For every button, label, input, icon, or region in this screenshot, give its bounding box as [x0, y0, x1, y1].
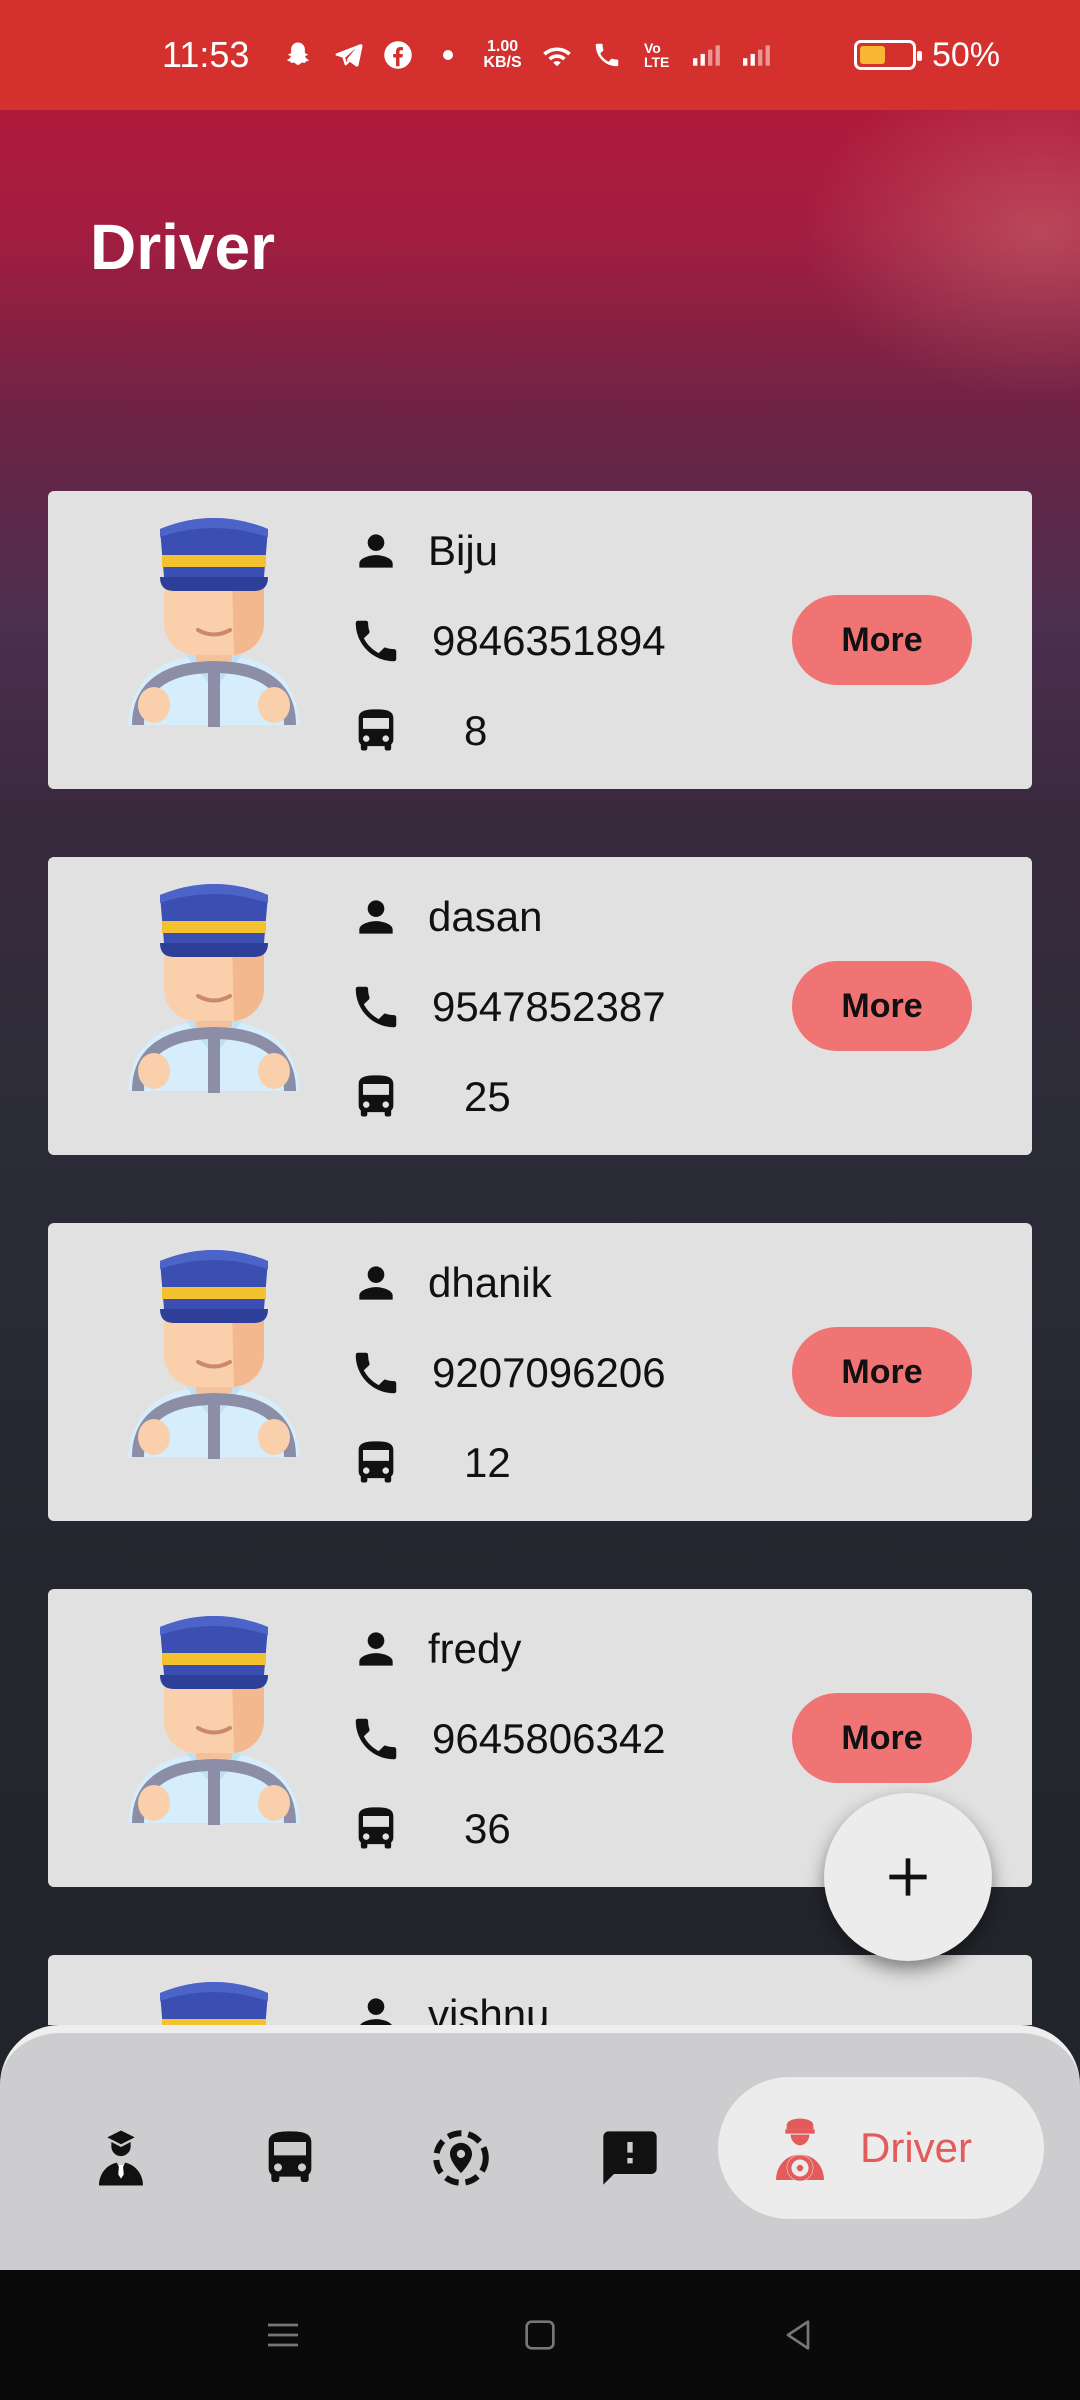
driver-name-row: dasan: [348, 889, 542, 945]
driver-card: Biju 9846351894 8 More: [48, 491, 1032, 789]
add-driver-button[interactable]: [824, 1793, 992, 1961]
driver-bus-number: 25: [464, 1073, 511, 1120]
driver-bus-row: 12: [348, 1435, 511, 1491]
status-time: 11:53: [162, 34, 250, 75]
plus-icon: [889, 1858, 927, 1896]
battery-level: [859, 46, 885, 64]
driver-name: fredy: [428, 1625, 522, 1672]
driver-bus-row: 25: [348, 1069, 511, 1125]
driver-screen: Driver Biju 9846351894 8 More dasan 9547…: [0, 110, 1080, 2270]
bus-icon: [348, 703, 404, 759]
driver-icon: [776, 2118, 824, 2182]
feedback-icon: [603, 2131, 657, 2185]
driver-avatar: [124, 1613, 304, 1833]
facebook-icon: [383, 40, 413, 70]
person-icon: [348, 1255, 404, 1311]
volte-icon: Vo LTE: [643, 40, 670, 70]
phone-icon: [348, 613, 404, 669]
driver-name-row: Biju: [348, 523, 498, 579]
nav-feedback[interactable]: [585, 2113, 675, 2203]
bus-icon: [348, 1069, 404, 1125]
driver-bus-number: 8: [464, 707, 488, 754]
nav-bus[interactable]: [245, 2113, 335, 2203]
location-icon: [433, 2130, 489, 2186]
driver-bus-number: 36: [464, 1805, 511, 1852]
driver-name: dhanik: [428, 1259, 552, 1306]
driver-phone-row: 9645806342: [348, 1711, 666, 1767]
nav-driver-active[interactable]: Driver: [718, 2077, 1044, 2219]
back-button[interactable]: [773, 2310, 823, 2360]
system-navigation-bar: [0, 2270, 1080, 2400]
bus-icon: [348, 1435, 404, 1491]
wifi-calling-icon: [592, 40, 622, 70]
status-bar: 11:53 1.00 KB/S Vo LTE 50%: [0, 0, 1080, 110]
signal-strength-icon: [692, 40, 722, 70]
driver-bus-number: 12: [464, 1439, 511, 1486]
driver-phone: 9645806342: [432, 1715, 666, 1762]
driver-name: Biju: [428, 527, 499, 574]
person-icon: [348, 889, 404, 945]
driver-phone-row: 9846351894: [348, 613, 666, 669]
phone-icon: [348, 979, 404, 1035]
nav-officer[interactable]: [76, 2113, 166, 2203]
telegram-icon: [333, 40, 363, 70]
signal-strength-2-icon: [742, 40, 772, 70]
network-speed-unit: KB/S: [483, 54, 522, 71]
back-triangle-icon: [786, 2320, 810, 2350]
driver-name: vishnu: [428, 1991, 550, 2025]
square-icon: [525, 2320, 555, 2350]
driver-phone: 9547852387: [432, 983, 666, 1030]
driver-name-row: fredy: [348, 1621, 521, 1677]
more-button[interactable]: More: [792, 961, 972, 1051]
driver-name-row: vishnu: [348, 1987, 549, 2025]
more-button[interactable]: More: [792, 595, 972, 685]
bus-icon: [268, 2131, 312, 2182]
driver-bus-row: 36: [348, 1801, 511, 1857]
driver-card: vishnu 9746361867 More: [48, 1955, 1032, 2025]
driver-avatar: [124, 881, 304, 1101]
driver-phone-row: 9547852387: [348, 979, 666, 1035]
network-speed: 1.00 KB/S: [483, 39, 521, 71]
dot-icon: [433, 40, 463, 70]
network-speed-value: 1.00: [486, 38, 519, 55]
driver-card: dasan 9547852387 25 More: [48, 857, 1032, 1155]
driver-list[interactable]: Biju 9846351894 8 More dasan 9547852387 …: [0, 110, 1080, 2025]
nav-location[interactable]: [416, 2113, 506, 2203]
person-icon: [348, 1621, 404, 1677]
driver-bus-row: 8: [348, 703, 487, 759]
driver-card: dhanik 9207096206 12 More: [48, 1223, 1032, 1521]
menu-icon: [268, 2323, 298, 2347]
person-icon: [348, 1987, 404, 2025]
home-button[interactable]: [515, 2310, 565, 2360]
battery-percent: 50%: [931, 35, 1000, 74]
battery-icon: [853, 40, 922, 70]
bus-icon: [348, 1801, 404, 1857]
driver-avatar: [124, 515, 304, 735]
driver-name: dasan: [428, 893, 543, 940]
driver-phone-row: 9207096206: [348, 1345, 666, 1401]
wifi-icon: [542, 40, 572, 70]
nav-driver-label: Driver: [860, 2124, 972, 2171]
more-button[interactable]: More: [792, 1693, 972, 1783]
phone-icon: [348, 1345, 404, 1401]
driver-name-row: dhanik: [348, 1255, 552, 1311]
driver-phone: 9846351894: [432, 617, 666, 664]
phone-icon: [348, 1711, 404, 1767]
driver-phone: 9207096206: [432, 1349, 666, 1396]
notification-icons: 1.00 KB/S Vo LTE: [283, 39, 771, 71]
person-icon: [348, 523, 404, 579]
driver-avatar: [124, 1247, 304, 1467]
recent-apps-button[interactable]: [258, 2310, 308, 2360]
snapchat-icon: [283, 40, 313, 70]
battery-area: 50%: [853, 0, 1000, 110]
bottom-navigation: Driver: [0, 2025, 1080, 2270]
more-button[interactable]: More: [792, 1327, 972, 1417]
officer-icon: [99, 2130, 143, 2186]
driver-avatar: [124, 1979, 304, 2025]
